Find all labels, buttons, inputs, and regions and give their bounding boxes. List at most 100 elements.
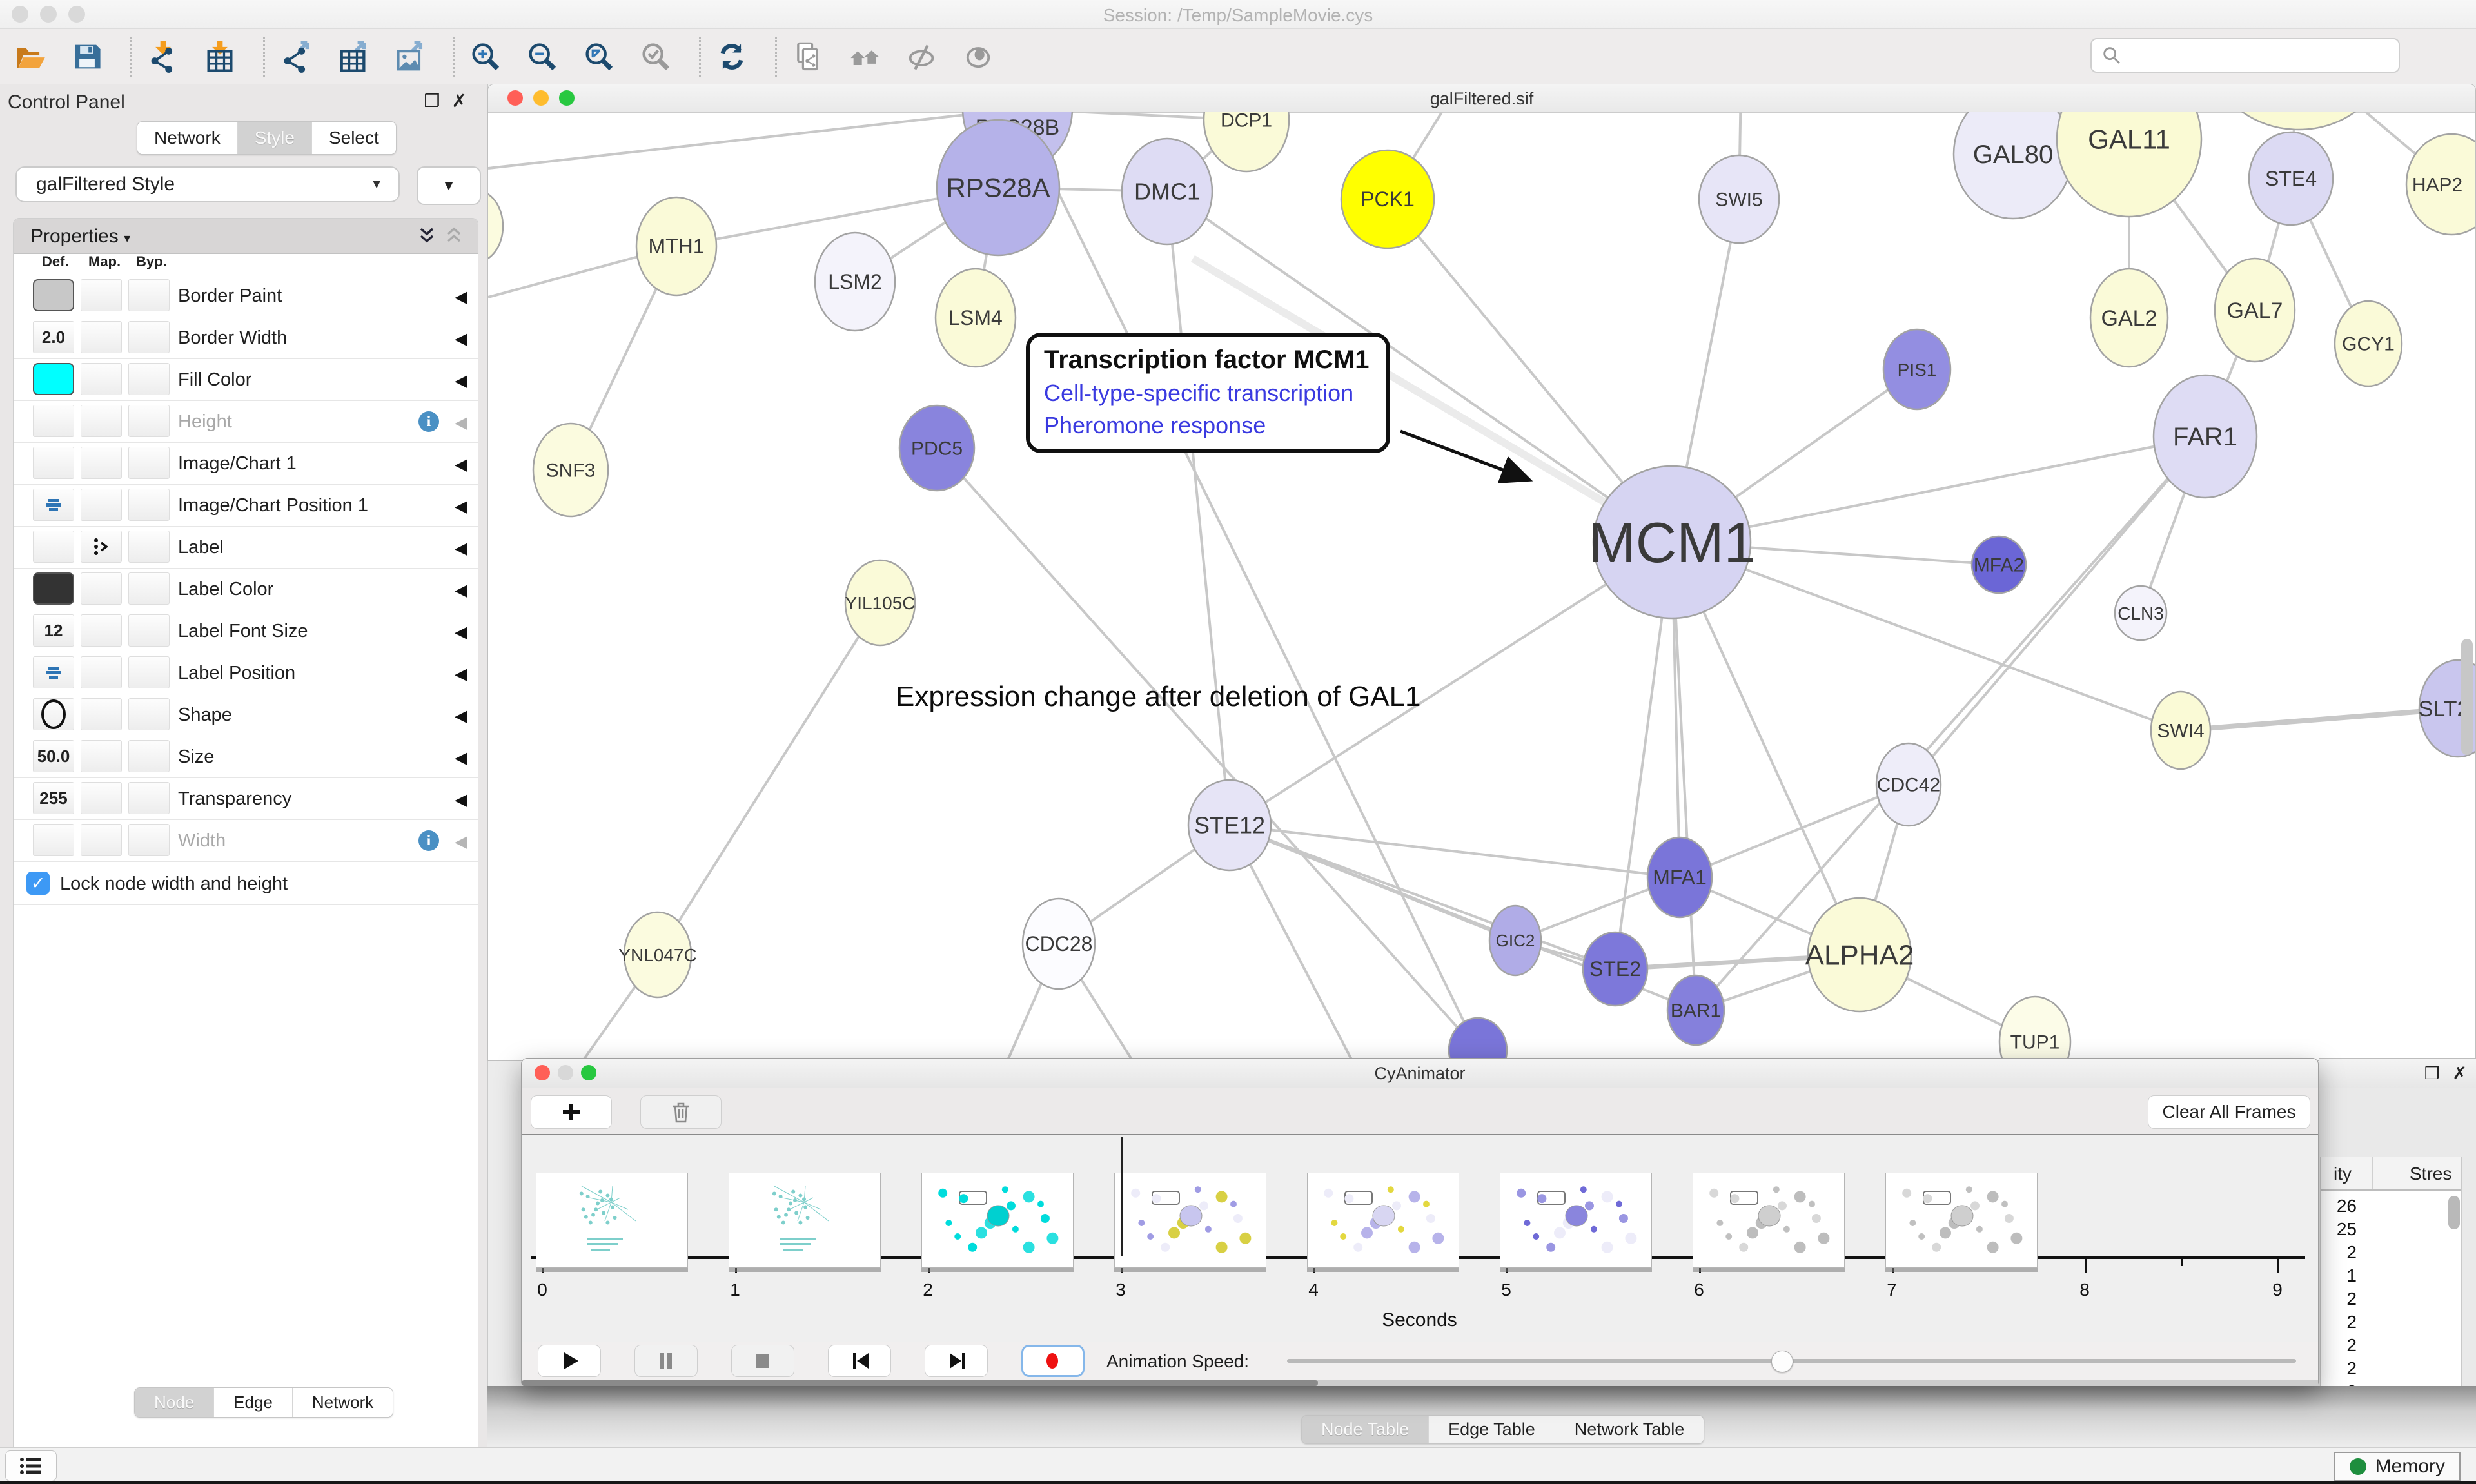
property-row-border-paint[interactable]: Border Paint◀ [14,275,478,317]
expand-all-icon[interactable] [417,226,437,246]
expand-row-icon[interactable]: ◀ [455,413,467,433]
map-cell[interactable] [81,405,122,437]
playhead[interactable] [1121,1137,1123,1256]
map-cell[interactable] [81,489,122,521]
def-cell[interactable] [33,489,74,521]
style-select[interactable]: galFiltered Style ▼ [15,166,400,202]
delete-frame-button[interactable] [640,1095,722,1129]
expand-row-icon[interactable]: ◀ [455,832,467,852]
property-row-width[interactable]: Widthi◀ [14,820,478,862]
frame-thumbnail-0[interactable] [536,1173,688,1268]
close-panel-icon[interactable]: ✗ [2452,1064,2467,1084]
play-button[interactable] [538,1345,601,1377]
node-botPurple[interactable] [1449,1018,1507,1060]
property-row-image-chart-position-1[interactable]: Image/Chart Position 1◀ [14,485,478,527]
zoom-in-button[interactable] [467,38,504,75]
byp-cell[interactable] [128,782,170,814]
frame-thumbnail-1[interactable] [729,1173,881,1268]
byp-cell[interactable] [128,321,170,353]
edge-DMC1-STE12[interactable] [1167,191,1230,825]
property-row-label-position[interactable]: Label Position◀ [14,652,478,694]
expand-row-icon[interactable]: ◀ [455,580,467,600]
annotation-link[interactable]: Pheromone response [1044,412,1370,439]
property-row-border-width[interactable]: 2.0Border Width◀ [14,317,478,359]
tab-network[interactable]: Network [137,122,238,154]
property-row-shape[interactable]: Shape◀ [14,694,478,736]
map-cell[interactable] [81,321,122,353]
expand-row-icon[interactable]: ◀ [455,287,467,307]
open-folder-button[interactable] [12,38,49,75]
byp-cell[interactable] [128,740,170,772]
float-panel-icon[interactable]: ❐ [2424,1064,2440,1084]
byp-cell[interactable] [128,363,170,395]
byp-cell[interactable] [128,656,170,688]
info-icon[interactable]: i [418,411,439,432]
def-cell[interactable]: 12 [33,614,74,647]
expand-row-icon[interactable]: ◀ [455,790,467,810]
tab-node-table[interactable]: Node Table [1302,1416,1429,1443]
byp-cell[interactable] [128,531,170,563]
style-options-button[interactable]: ▼ [417,166,481,205]
map-cell[interactable] [81,531,122,563]
property-row-height[interactable]: Heighti◀ [14,401,478,443]
skip-start-button[interactable] [828,1345,891,1377]
collapse-all-icon[interactable] [444,226,464,246]
add-frame-button[interactable] [531,1095,612,1129]
byp-cell[interactable] [128,698,170,730]
property-row-label-font-size[interactable]: 12Label Font Size◀ [14,610,478,652]
memory-button[interactable]: Memory [2334,1452,2461,1481]
expand-row-icon[interactable]: ◀ [455,454,467,474]
float-panel-icon[interactable]: ❐ [424,91,451,111]
network-caption[interactable]: Expression change after deletion of GAL1 [896,681,1421,713]
def-cell[interactable] [33,447,74,479]
node-leftCut[interactable] [488,191,503,262]
byp-cell[interactable] [128,405,170,437]
search-input[interactable] [2090,38,2400,73]
tab-edge[interactable]: Edge [214,1388,293,1417]
expand-row-icon[interactable]: ◀ [455,496,467,516]
byp-cell[interactable] [128,824,170,856]
frame-thumbnail-3[interactable] [1114,1173,1266,1268]
edge-SWI4-SLT2[interactable] [2181,708,2458,730]
table-cell[interactable]: 2 [2321,1289,2357,1309]
lock-size-checkbox[interactable]: ✓ [26,872,50,895]
save-button[interactable] [68,38,106,75]
expand-row-icon[interactable]: ◀ [455,538,467,558]
table-cell[interactable]: 2 [2321,1358,2357,1379]
table-scrollbar[interactable] [2448,1196,2460,1229]
refresh-layout-button[interactable] [713,38,751,75]
expand-row-icon[interactable]: ◀ [455,622,467,642]
def-cell[interactable]: 255 [33,782,74,814]
tab-node[interactable]: Node [135,1388,214,1417]
table-cell[interactable]: 26 [2321,1196,2357,1216]
def-cell[interactable] [33,656,74,688]
show-log-button[interactable] [5,1450,57,1481]
def-cell[interactable]: 50.0 [33,740,74,772]
network-vertical-scrollbar[interactable] [2461,639,2473,755]
edge-RPS28B-vLeft[interactable] [488,112,1017,168]
tab-network-table[interactable]: Network Table [1555,1416,1704,1443]
slider-thumb[interactable] [1771,1351,1793,1372]
property-row-transparency[interactable]: 255Transparency◀ [14,778,478,820]
edge-YIL105C-YNL047C[interactable] [658,603,880,955]
property-row-size[interactable]: 50.0Size◀ [14,736,478,778]
def-cell[interactable] [33,279,74,311]
byp-cell[interactable] [128,572,170,605]
byp-cell[interactable] [128,614,170,647]
table-cell[interactable]: 25 [2321,1219,2357,1240]
import-table-button[interactable] [201,38,239,75]
clear-all-frames-button[interactable]: Clear All Frames [2148,1095,2310,1129]
expand-row-icon[interactable]: ◀ [455,329,467,349]
expand-row-icon[interactable]: ◀ [455,748,467,768]
def-cell[interactable] [33,363,74,395]
table-cell[interactable]: 2 [2321,1335,2357,1356]
map-cell[interactable] [81,824,122,856]
map-cell[interactable] [81,447,122,479]
map-cell[interactable] [81,740,122,772]
property-row-label-color[interactable]: Label Color◀ [14,569,478,610]
skip-end-button[interactable] [925,1345,988,1377]
zoom-fit-button[interactable] [580,38,618,75]
export-network-button[interactable] [277,38,315,75]
table-cell[interactable]: 2 [2321,1312,2357,1333]
tab-network-bottom[interactable]: Network [293,1388,393,1417]
